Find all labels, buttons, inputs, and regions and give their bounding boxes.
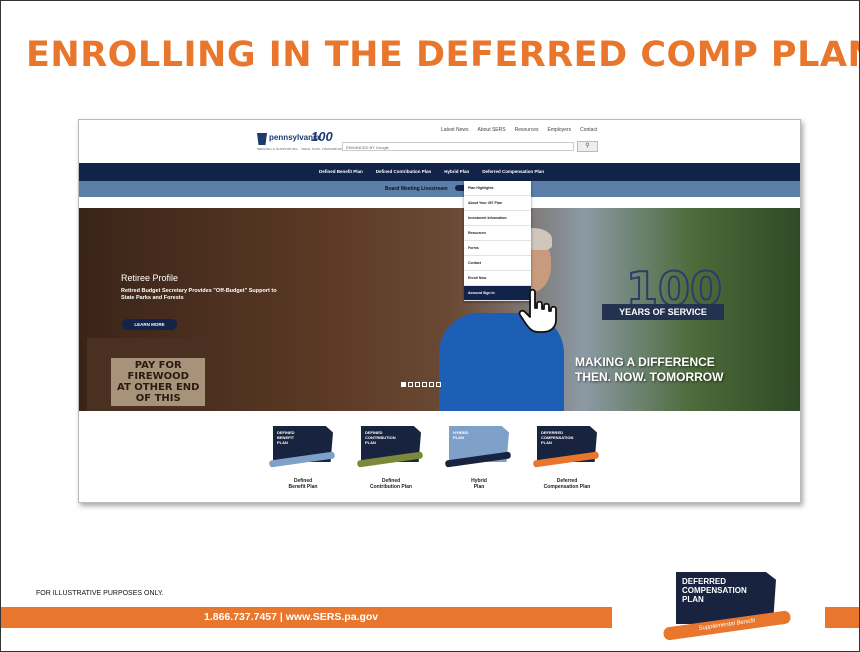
top-links: Latest News About SERS Resources Employe… [441,127,597,133]
logo-tag: SERVING & SUPPORTING · THEN. NOW. TOMORR… [257,147,342,151]
plan-defined-contribution[interactable]: DEFINED CONTRIBUTION PLAN Defined Contri… [351,426,431,490]
livestream-link[interactable]: Board Meeting Livestream [385,186,448,192]
nav-defined-benefit[interactable]: Defined Benefit Plan [319,169,363,174]
retiree-text: Retired Budget Secretary Provides "Off-B… [121,288,277,301]
plan-badges: DEFINED BENEFIT PLAN Defined Benefit Pla… [79,411,800,502]
top-link-contact[interactable]: Contact [580,127,597,133]
learn-more-button[interactable]: LEARN MORE [122,319,177,330]
retiree-profile: Retiree Profile Retired Budget Secretary… [121,273,281,302]
menu-item-contact[interactable]: Contact [464,256,531,271]
firewood-sign-text: PAY FOR FIREWOOD AT OTHER END OF THIS [111,358,206,406]
nav-hybrid[interactable]: Hybrid Plan [444,169,469,174]
plan-deferred-compensation[interactable]: DEFERRED COMPENSATION PLAN Deferred Comp… [527,426,607,490]
carousel-dot[interactable] [401,382,406,387]
plan-hybrid[interactable]: HYBRID PLAN Hybrid Plan [439,426,519,490]
plan-badge: DEFERRED COMPENSATION PLAN [532,426,600,468]
deferred-comp-dropdown: Plan Highlights About Your 457 Plan Inve… [464,181,531,301]
plan-label: Defined Benefit Plan [288,478,318,490]
carousel-dot[interactable] [436,382,441,387]
plan-badge-text: DEFINED BENEFIT PLAN [277,430,295,445]
search-input[interactable]: ENHANCED BY Google [342,142,574,151]
plan-badge-text: DEFINED CONTRIBUTION PLAN [365,430,396,445]
main-nav: Defined Benefit Plan Defined Contributio… [79,163,800,181]
contact-bar: 1.866.737.7457 | www.SERS.pa.gov [1,607,612,628]
plan-badge: DEFINED CONTRIBUTION PLAN [356,426,424,468]
slide: ENROLLING IN THE DEFERRED COMP PLAN penn… [0,0,860,652]
menu-item-forms[interactable]: Forms [464,241,531,256]
menu-item-investment-info[interactable]: Investment Information [464,211,531,226]
plan-defined-benefit[interactable]: DEFINED BENEFIT PLAN Defined Benefit Pla… [263,426,343,490]
dcp-logo-text: DEFERRED COMPENSATION PLAN [682,577,747,604]
search-button[interactable]: ⚲ [577,141,598,152]
hand-pointer-icon [518,288,557,333]
hero-tagline: MAKING A DIFFERENCE THEN. NOW. TOMORROW [575,355,724,384]
pa-sers-logo[interactable]: pennsylvania 100 SERVING & SUPPORTING · … [257,129,342,153]
top-link-about-sers[interactable]: About SERS [478,127,506,133]
search-icon: ⚲ [585,143,590,149]
site-header: pennsylvania 100 SERVING & SUPPORTING · … [79,120,800,163]
sub-nav: Board Meeting Livestream [79,181,800,197]
keystone-icon [257,133,267,145]
retiree-heading: Retiree Profile [121,273,179,283]
plan-badge-text: DEFERRED COMPENSATION PLAN [541,430,574,445]
slide-title: ENROLLING IN THE DEFERRED COMP PLAN [26,35,860,75]
carousel-dots [401,382,441,387]
menu-item-resources[interactable]: Resources [464,226,531,241]
carousel-dot[interactable] [422,382,427,387]
nav-deferred-compensation[interactable]: Deferred Compensation Plan [482,169,544,174]
plan-badge-text: HYBRID PLAN [453,430,469,440]
illustrative-footnote: FOR ILLUSTRATIVE PURPOSES ONLY. [36,590,164,597]
carousel-dot[interactable] [408,382,413,387]
plan-label: Hybrid Plan [471,478,487,490]
accent-bar [825,607,859,628]
carousel-dot[interactable] [429,382,434,387]
top-link-resources[interactable]: Resources [515,127,539,133]
menu-item-plan-highlights[interactable]: Plan Highlights [464,181,531,196]
website-screenshot: pennsylvania 100 SERVING & SUPPORTING · … [78,119,801,503]
plan-label: Deferred Compensation Plan [543,478,591,490]
years-of-service-ribbon: YEARS OF SERVICE [602,304,724,320]
hero-banner: PAY FOR FIREWOOD AT OTHER END OF THIS Re… [79,208,800,411]
contact-text: 1.866.737.7457 | www.SERS.pa.gov [204,611,379,623]
top-link-latest-news[interactable]: Latest News [441,127,469,133]
menu-item-enroll-now[interactable]: Enroll Now [464,271,531,286]
carousel-dot[interactable] [415,382,420,387]
deferred-comp-logo: DEFERRED COMPENSATION PLAN Supplemental … [662,565,793,647]
top-link-employers[interactable]: Employers [548,127,572,133]
menu-item-about-457[interactable]: About Your 457 Plan [464,196,531,211]
nav-defined-contribution[interactable]: Defined Contribution Plan [376,169,432,174]
logo-100: 100 [311,129,333,144]
plan-badge: DEFINED BENEFIT PLAN [268,426,336,468]
plan-label: Defined Contribution Plan [370,478,412,490]
plan-badge: HYBRID PLAN [444,426,512,468]
